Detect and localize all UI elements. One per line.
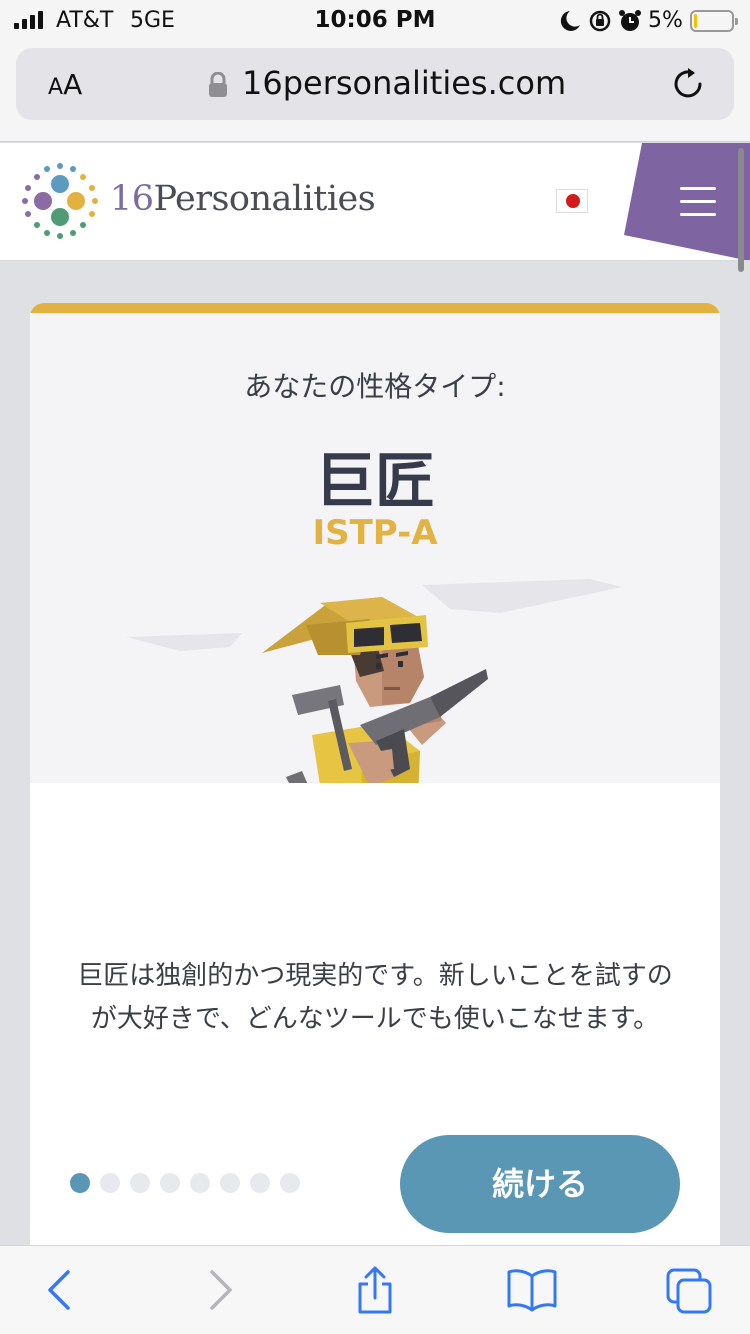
rotation-lock-icon — [589, 10, 611, 32]
battery-percent: 5% — [648, 8, 683, 33]
status-icons — [560, 10, 641, 32]
continue-button[interactable]: 続ける — [400, 1135, 680, 1233]
type-description: 巨匠は独創的かつ現実的です。新しいことを試すのが大好きで、どんなツールでも使いこ… — [77, 961, 673, 1034]
browser-toolbar — [0, 1245, 750, 1334]
status-bar: AT&T 5GE 10:06 PM 5% — [0, 0, 750, 40]
alarm-icon — [619, 10, 641, 31]
scroll-indicator — [738, 148, 744, 272]
browser-address-bar: AA 16personalities.com — [0, 40, 750, 142]
pagination-dot[interactable] — [250, 1173, 270, 1193]
share-icon[interactable] — [354, 1266, 396, 1316]
tabs-icon[interactable] — [664, 1266, 714, 1316]
pagination-dot[interactable] — [160, 1173, 180, 1193]
forward-icon[interactable] — [200, 1266, 240, 1314]
pagination-dot[interactable] — [100, 1173, 120, 1193]
personality-type-code: ISTP-A — [312, 513, 438, 553]
lock-icon — [209, 72, 227, 97]
pagination-dot[interactable] — [70, 1173, 90, 1193]
hamburger-menu-icon[interactable] — [680, 187, 716, 217]
personality-type-title: 巨匠 — [315, 447, 435, 517]
card-accent-bar — [30, 303, 720, 313]
text-size-button[interactable]: AA — [48, 68, 82, 101]
result-card: あなたの性格タイプ: 巨匠 ISTP-A 巨匠は独創的かつ現実的です。新しいこと… — [30, 303, 720, 1283]
bookmarks-icon[interactable] — [506, 1266, 558, 1312]
url-field[interactable]: AA 16personalities.com — [16, 48, 734, 120]
pagination-dot[interactable] — [220, 1173, 240, 1193]
mobile-screen: AT&T 5GE 10:06 PM 5% AA 16personalities.… — [0, 0, 750, 1334]
logo-text[interactable]: 16Personalities — [110, 179, 376, 219]
pagination-dot[interactable] — [130, 1173, 150, 1193]
back-icon[interactable] — [40, 1266, 80, 1314]
url-text: 16personalities.com — [242, 64, 567, 102]
logo-icon[interactable] — [20, 161, 100, 241]
moon-icon — [560, 11, 580, 31]
site-header: 16Personalities — [0, 143, 750, 261]
card-subtitle: あなたの性格タイプ: — [244, 370, 506, 403]
battery-icon — [690, 10, 738, 32]
pagination-dot[interactable] — [190, 1173, 210, 1193]
pagination-dot[interactable] — [280, 1173, 300, 1193]
japan-flag-icon[interactable] — [556, 189, 588, 213]
reload-icon[interactable] — [670, 66, 706, 102]
